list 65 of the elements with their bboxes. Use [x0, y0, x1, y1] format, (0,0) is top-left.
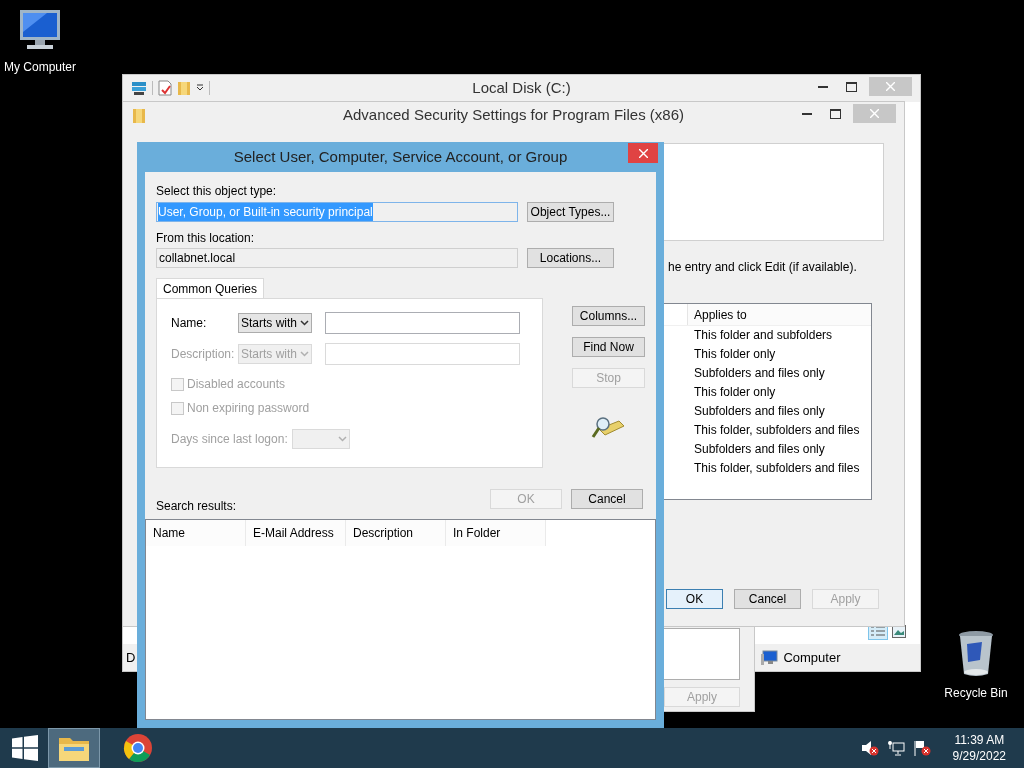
flag-icon[interactable] — [912, 740, 931, 756]
table-cell-text: This folder, subfolders and files — [693, 460, 861, 477]
field-label: Select this object type: — [156, 184, 278, 198]
section-label: Search results: — [156, 499, 237, 513]
maximize-icon[interactable] — [830, 108, 841, 119]
location-field[interactable]: collabnet.local — [156, 248, 518, 268]
button[interactable]: Cancel — [571, 489, 643, 509]
field-label: Description: — [171, 346, 236, 363]
folder-icon — [133, 108, 145, 124]
minimize-icon[interactable] — [802, 112, 812, 115]
window-title: Advanced Security Settings for Program Files (x86) — [343, 105, 684, 126]
dialog-title: Select User, Computer, Service Account, or Group — [233, 146, 568, 167]
chevron-icon — [300, 351, 309, 357]
browser-icon — [123, 733, 153, 763]
desktop-icon-label[interactable]: Recycle Bin — [944, 684, 1008, 702]
list-icon — [871, 626, 885, 637]
table-cell-text: This folder and subfolders — [693, 327, 834, 344]
computer-icon — [761, 650, 779, 665]
button[interactable]: OK — [666, 589, 723, 609]
field-value: User, Group, or Built-in security principal — [158, 203, 373, 221]
table-cell-text: This folder only — [693, 384, 777, 401]
clock-date[interactable]: 9/29/2022 — [952, 748, 1006, 764]
button[interactable]: Columns... — [572, 306, 645, 326]
instruction-text: he entry and click Edit (if available). — [668, 259, 858, 276]
button[interactable]: Object Types... — [527, 202, 614, 222]
table-cell-text: This folder, subfolders and files — [693, 422, 861, 439]
maximize-icon[interactable] — [846, 81, 857, 92]
recycle-bin-icon[interactable] — [958, 630, 994, 678]
field-label: Name: — [171, 315, 208, 332]
checkbox-label: Disabled accounts — [187, 376, 286, 393]
text-field[interactable] — [325, 343, 520, 365]
text-field[interactable] — [325, 312, 520, 334]
window-title: Local Disk (C:) — [472, 78, 571, 99]
status-text: Computer — [783, 648, 841, 667]
column-header[interactable]: Applies to — [688, 304, 871, 325]
status-text: D — [126, 648, 136, 667]
muted-speaker-icon[interactable] — [860, 740, 879, 756]
desktop-icon-label[interactable]: My Computer — [4, 58, 76, 76]
table-cell-text: Subfolders and files only — [693, 441, 826, 458]
document-icon[interactable] — [158, 80, 172, 96]
minimize-icon[interactable] — [818, 85, 828, 88]
checkbox-label: Non expiring password — [187, 400, 310, 417]
field-label: From this location: — [156, 231, 256, 245]
chevron-icon — [337, 436, 347, 442]
close-icon — [638, 148, 648, 158]
properties-icon[interactable] — [131, 80, 147, 96]
close-button[interactable] — [628, 143, 658, 163]
field-label: Days since last logon: — [171, 431, 288, 448]
network-icon[interactable] — [886, 740, 905, 756]
close-icon — [870, 109, 879, 118]
close-icon — [886, 82, 895, 91]
table-cell-text: This folder only — [693, 346, 777, 363]
button[interactable]: Locations... — [527, 248, 614, 268]
taskbar-button[interactable] — [48, 728, 100, 768]
table-cell-text: Subfolders and files only — [693, 403, 826, 420]
table-cell-text: Subfolders and files only — [693, 365, 826, 382]
dropdown[interactable]: Starts with — [238, 313, 312, 333]
clock-time[interactable]: 11:39 AM — [954, 732, 1005, 748]
start-icon[interactable] — [12, 735, 38, 761]
computer-icon[interactable] — [17, 8, 63, 52]
button[interactable]: Find Now — [572, 337, 645, 357]
chevron-icon — [300, 320, 309, 326]
caret-icon[interactable] — [196, 84, 204, 92]
button[interactable]: Cancel — [734, 589, 801, 609]
tab[interactable]: Common Queries — [156, 278, 265, 298]
